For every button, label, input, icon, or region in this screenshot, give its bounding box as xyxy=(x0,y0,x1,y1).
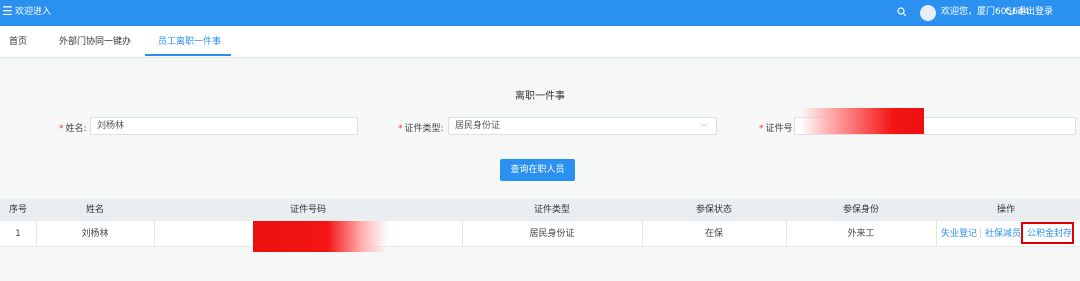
app-title: 欢迎进入 xyxy=(15,7,52,17)
power-icon xyxy=(1006,6,1015,15)
header-id-number: 证件号码 xyxy=(289,205,326,215)
cell-insurance-status: 在保 xyxy=(704,229,723,239)
top-bar: ☰ 欢迎进入 欢迎您，厦门605644 退出登录 xyxy=(0,0,1080,26)
id-number-label: * 证件号 xyxy=(759,124,793,134)
form-title: 离职一件事 xyxy=(515,91,565,102)
logout-button[interactable]: 退出登录 xyxy=(1006,6,1053,18)
tab-home[interactable]: 首页 xyxy=(9,36,27,48)
unemployment-registration-link[interactable]: 失业登记 xyxy=(941,221,977,247)
tab-employee-resignation[interactable]: 员工离职一件事 xyxy=(158,36,221,48)
social-security-reduction-link[interactable]: 社保减员 xyxy=(985,221,1021,247)
active-tab-indicator xyxy=(145,54,231,56)
cell-index: 1 xyxy=(15,229,21,239)
id-type-label: * 证件类型: xyxy=(398,124,444,134)
redaction-mask xyxy=(800,108,924,134)
table-header: 序号 姓名 证件号码 证件类型 参保状态 参保身份 操作 xyxy=(0,199,1080,221)
cell-id-type: 居民身份证 xyxy=(529,229,575,239)
header-actions: 操作 xyxy=(996,205,1015,215)
header-insurance-identity: 参保身份 xyxy=(842,205,879,215)
query-employees-button[interactable]: 查询在职人员 xyxy=(500,159,575,181)
search-icon[interactable] xyxy=(897,5,907,19)
cell-insurance-identity: 外来工 xyxy=(847,229,875,239)
header-name: 姓名 xyxy=(85,205,104,215)
header-id-type: 证件类型 xyxy=(533,205,570,215)
highlight-box xyxy=(1021,222,1074,244)
header-index: 序号 xyxy=(8,205,27,215)
cell-name: 刘杨林 xyxy=(81,229,109,239)
chevron-down-icon: ﹀ xyxy=(700,123,708,132)
hamburger-icon[interactable]: ☰ xyxy=(2,3,13,19)
redaction-mask xyxy=(253,221,388,252)
header-insurance-status: 参保状态 xyxy=(695,205,732,215)
table-row: 1 刘杨林 居民身份证 在保 外来工 失业登记 | 社保减员 | 公积金封存 xyxy=(0,221,1080,252)
logout-label: 退出登录 xyxy=(1017,7,1054,17)
tab-external-dept[interactable]: 外部门协同一键办 xyxy=(59,36,131,48)
name-label: * 姓名: xyxy=(59,124,87,134)
avatar[interactable] xyxy=(920,5,936,21)
name-input[interactable]: 刘杨林 xyxy=(90,117,358,135)
id-type-select[interactable]: 居民身份证 ﹀ xyxy=(448,117,717,135)
